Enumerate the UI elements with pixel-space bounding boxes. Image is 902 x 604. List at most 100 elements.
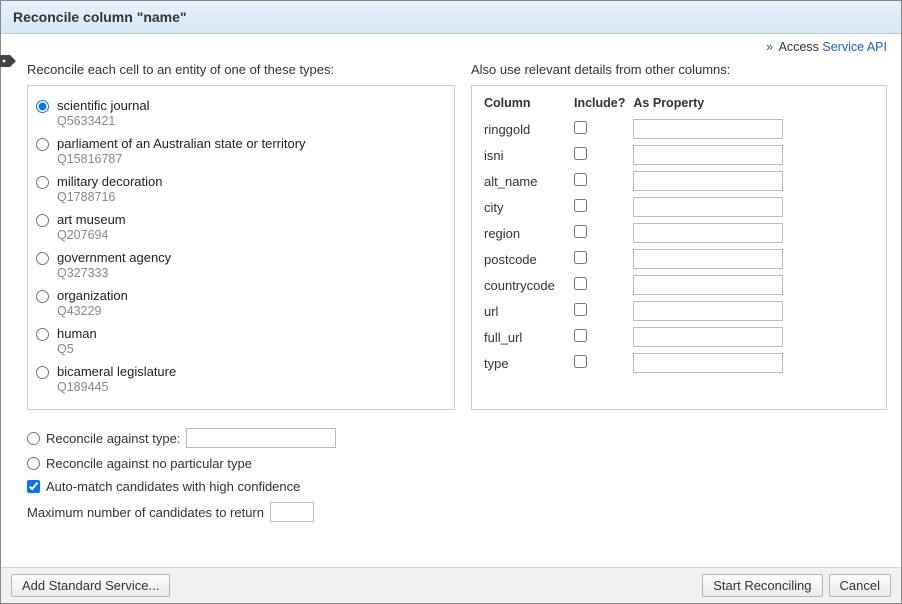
- column-name: countrycode: [482, 272, 572, 298]
- add-standard-service-button[interactable]: Add Standard Service...: [11, 574, 170, 597]
- type-id: Q207694: [57, 228, 126, 242]
- table-row: city: [482, 194, 876, 220]
- table-row: url: [482, 298, 876, 324]
- type-label: military decoration: [57, 174, 163, 189]
- types-heading: Reconcile each cell to an entity of one …: [27, 62, 455, 77]
- type-label: government agency: [57, 250, 171, 265]
- table-row: alt_name: [482, 168, 876, 194]
- column-name: ringgold: [482, 116, 572, 142]
- column-name: city: [482, 194, 572, 220]
- table-row: postcode: [482, 246, 876, 272]
- dialog-title: Reconcile column "name": [1, 1, 901, 34]
- tag-icon: [0, 53, 19, 69]
- against-type-radio[interactable]: [27, 432, 40, 445]
- against-type-label: Reconcile against type:: [46, 431, 180, 446]
- type-list[interactable]: scientific journalQ5633421 parliament of …: [27, 85, 455, 410]
- include-checkbox[interactable]: [574, 121, 587, 134]
- include-checkbox[interactable]: [574, 303, 587, 316]
- table-row: region: [482, 220, 876, 246]
- dialog-footer: Add Standard Service... Start Reconcilin…: [1, 567, 901, 603]
- type-id: Q1788716: [57, 190, 163, 204]
- type-label: parliament of an Australian state or ter…: [57, 136, 306, 151]
- type-id: Q15816787: [57, 152, 306, 166]
- type-id: Q5633421: [57, 114, 150, 128]
- include-checkbox[interactable]: [574, 173, 587, 186]
- no-type-label: Reconcile against no particular type: [46, 456, 252, 471]
- details-heading: Also use relevant details from other col…: [471, 62, 887, 77]
- as-property-input[interactable]: [633, 353, 783, 373]
- type-item[interactable]: organizationQ43229: [36, 284, 446, 322]
- service-api-link[interactable]: Service API: [822, 40, 887, 54]
- as-property-input[interactable]: [633, 327, 783, 347]
- column-name: region: [482, 220, 572, 246]
- include-checkbox[interactable]: [574, 199, 587, 212]
- include-checkbox[interactable]: [574, 251, 587, 264]
- type-item[interactable]: military decorationQ1788716: [36, 170, 446, 208]
- type-label: human: [57, 326, 97, 341]
- as-property-input[interactable]: [633, 145, 783, 165]
- type-radio[interactable]: [36, 252, 49, 265]
- include-checkbox[interactable]: [574, 355, 587, 368]
- type-item[interactable]: bicameral legislatureQ189445: [36, 360, 446, 398]
- table-row: ringgold: [482, 116, 876, 142]
- reconcile-dialog: Reconcile column "name" » Access Service…: [0, 0, 902, 604]
- max-candidates-input[interactable]: [270, 502, 314, 522]
- include-checkbox[interactable]: [574, 147, 587, 160]
- as-property-input[interactable]: [633, 301, 783, 321]
- access-row: » Access Service API: [1, 34, 901, 56]
- type-id: Q327333: [57, 266, 171, 280]
- access-label: Access: [779, 40, 819, 54]
- type-radio[interactable]: [36, 214, 49, 227]
- table-row: type: [482, 350, 876, 376]
- table-row: countrycode: [482, 272, 876, 298]
- type-label: art museum: [57, 212, 126, 227]
- automatch-checkbox[interactable]: [27, 480, 40, 493]
- col-header-column: Column: [482, 94, 572, 116]
- column-name: alt_name: [482, 168, 572, 194]
- column-name: type: [482, 350, 572, 376]
- include-checkbox[interactable]: [574, 277, 587, 290]
- type-item[interactable]: government agencyQ327333: [36, 246, 446, 284]
- max-candidates-label: Maximum number of candidates to return: [27, 505, 264, 520]
- against-type-input[interactable]: [186, 428, 336, 448]
- type-item[interactable]: art museumQ207694: [36, 208, 446, 246]
- col-header-asprop: As Property: [631, 94, 876, 116]
- start-reconciling-button[interactable]: Start Reconciling: [702, 574, 822, 597]
- type-radio[interactable]: [36, 328, 49, 341]
- type-radio[interactable]: [36, 290, 49, 303]
- as-property-input[interactable]: [633, 275, 783, 295]
- type-label: bicameral legislature: [57, 364, 176, 379]
- type-radio[interactable]: [36, 176, 49, 189]
- type-id: Q5: [57, 342, 97, 356]
- type-id: Q43229: [57, 304, 128, 318]
- no-type-radio[interactable]: [27, 457, 40, 470]
- table-row: full_url: [482, 324, 876, 350]
- type-label: organization: [57, 288, 128, 303]
- include-checkbox[interactable]: [574, 329, 587, 342]
- details-box: Column Include? As Property ringgoldisni…: [471, 85, 887, 410]
- type-radio[interactable]: [36, 138, 49, 151]
- type-label: scientific journal: [57, 98, 150, 113]
- raquo-icon: »: [766, 40, 776, 54]
- as-property-input[interactable]: [633, 249, 783, 269]
- include-checkbox[interactable]: [574, 225, 587, 238]
- automatch-label: Auto-match candidates with high confiden…: [46, 479, 300, 494]
- details-table: Column Include? As Property ringgoldisni…: [482, 94, 876, 376]
- as-property-input[interactable]: [633, 119, 783, 139]
- type-item[interactable]: scientific journalQ5633421: [36, 94, 446, 132]
- type-item[interactable]: parliament of an Australian state or ter…: [36, 132, 446, 170]
- type-radio[interactable]: [36, 366, 49, 379]
- type-radio[interactable]: [36, 100, 49, 113]
- column-name: postcode: [482, 246, 572, 272]
- dialog-body: Reconcile each cell to an entity of one …: [1, 56, 901, 530]
- table-row: isni: [482, 142, 876, 168]
- bottom-options: Reconcile against type: Reconcile agains…: [27, 410, 455, 522]
- column-name: isni: [482, 142, 572, 168]
- as-property-input[interactable]: [633, 197, 783, 217]
- column-name: full_url: [482, 324, 572, 350]
- type-item[interactable]: humanQ5: [36, 322, 446, 360]
- as-property-input[interactable]: [633, 223, 783, 243]
- cancel-button[interactable]: Cancel: [829, 574, 891, 597]
- as-property-input[interactable]: [633, 171, 783, 191]
- type-id: Q189445: [57, 380, 176, 394]
